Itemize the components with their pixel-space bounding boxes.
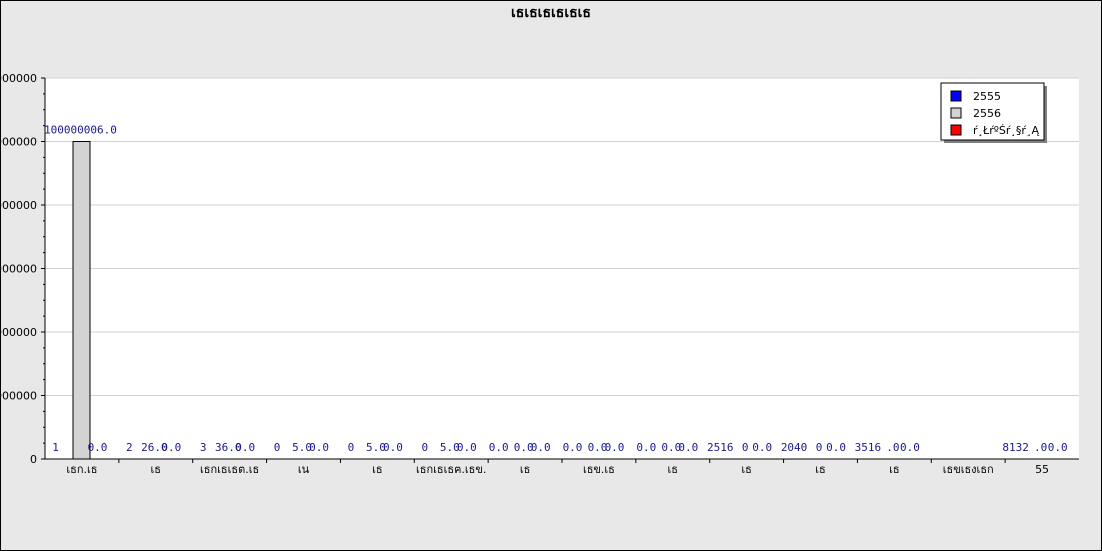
data-label: 0	[348, 441, 355, 454]
data-label: 0.0	[605, 441, 625, 454]
data-label: 0.0	[235, 441, 255, 454]
data-label: 0.0	[161, 441, 181, 454]
y-tick-label: 0000000	[0, 263, 37, 276]
x-tick-label: เธกเธเธฅ.เธข.	[416, 463, 486, 476]
data-label: 3	[200, 441, 207, 454]
data-label: 0.0	[457, 441, 477, 454]
x-tick-label: 55	[1035, 463, 1049, 476]
bar-chart: เธเธเธเธเธเธ 0 00000 00000 00000 00000 00000 0…	[0, 5, 1079, 476]
data-label: .0	[886, 441, 899, 454]
x-tick-label: เธ	[151, 463, 161, 476]
data-label: .0	[1034, 441, 1047, 454]
data-label: 2	[126, 441, 133, 454]
data-label: 100000006.0	[44, 123, 117, 136]
legend-swatch	[950, 107, 962, 119]
legend-label: 2556	[973, 107, 1001, 120]
x-tick-label: เธ	[372, 463, 382, 476]
data-label: 0.0	[1048, 441, 1068, 454]
y-tick-label: 0000000	[0, 136, 37, 149]
data-label: 0.0	[489, 441, 509, 454]
x-tick-label: เธ	[741, 463, 751, 476]
data-label: 8132	[1002, 441, 1029, 454]
x-tick-label: เธก.เธ	[66, 463, 97, 476]
data-label: 0.0	[900, 441, 920, 454]
y-tick-label: 0000000	[0, 199, 37, 212]
y-tick-label: 0000000	[0, 326, 37, 339]
data-label: 0	[421, 441, 428, 454]
legend-swatch	[950, 90, 962, 102]
data-label: 0.0	[383, 441, 403, 454]
data-label: 3516	[855, 441, 882, 454]
data-label: 0.0	[826, 441, 846, 454]
data-label: 0.0	[531, 441, 551, 454]
y-tick-label: 0	[30, 453, 37, 466]
data-label: 0	[742, 441, 749, 454]
y-tick-label: 0000000	[0, 72, 37, 85]
data-label: 0.0	[88, 441, 108, 454]
x-tick-label: เน	[298, 463, 310, 476]
data-label: 0.0	[636, 441, 656, 454]
x-tick-label: เธ	[520, 463, 530, 476]
data-label: 0	[274, 441, 281, 454]
x-tick-label: เธ	[889, 463, 899, 476]
bar	[72, 140, 91, 460]
data-label: 2040	[781, 441, 808, 454]
data-label: 0.0	[309, 441, 329, 454]
data-label: 0.0	[752, 441, 772, 454]
legend-label: ŕ¸ŁŕºŚŕ¸§ŕ¸Ą	[973, 124, 1039, 137]
y-tick-label: 0000000	[0, 390, 37, 403]
chart-title: เธเธเธเธเธเธ	[511, 5, 591, 21]
data-label: 1	[52, 441, 59, 454]
legend-label: 2555	[973, 90, 1001, 103]
x-tick-label: เธข.เธ	[583, 463, 615, 476]
data-label: 0.0	[563, 441, 583, 454]
data-label: 0	[816, 441, 823, 454]
x-tick-label: เธ	[815, 463, 825, 476]
data-label: 2516	[707, 441, 734, 454]
x-tick-label: เธ	[668, 463, 678, 476]
legend-swatch	[950, 124, 962, 136]
data-label: 0.0	[678, 441, 698, 454]
x-tick-label: เธขเธงเธก	[943, 463, 994, 476]
x-tick-label: เธกเธเธต.เธ	[200, 463, 259, 476]
